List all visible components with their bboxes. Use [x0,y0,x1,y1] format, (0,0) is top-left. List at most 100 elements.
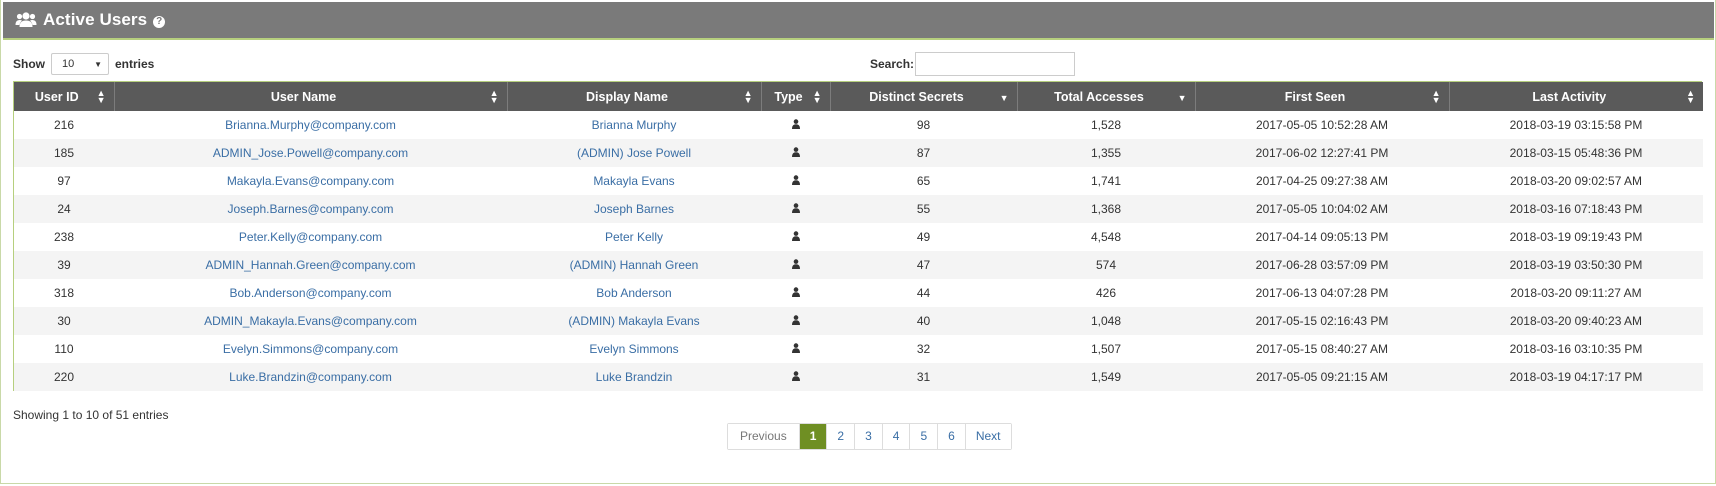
display-name-link[interactable]: Luke Brandzin [596,370,673,384]
page-button-6[interactable]: 6 [938,424,966,449]
user-name-link[interactable]: ADMIN_Hannah.Green@company.com [205,258,415,272]
page-button-2[interactable]: 2 [827,424,856,449]
cell-user-id: 97 [57,174,71,188]
column-label: Last Activity [1532,89,1607,104]
cell-last-activity: 2018-03-19 03:15:58 PM [1509,118,1643,132]
user-name-link[interactable]: ADMIN_Jose.Powell@company.com [213,146,408,160]
table-row[interactable]: 110 Evelyn.Simmons@company.com Evelyn Simm… [14,335,1703,363]
column-header-total-accesses[interactable]: Total Accesses ▼ [1017,82,1196,111]
cell-user-id: 39 [57,258,71,272]
user-name-link[interactable]: Joseph.Barnes@company.com [227,202,393,216]
table-row[interactable]: 39 ADMIN_Hannah.Green@company.com (ADMIN) … [14,251,1703,279]
cell-user-name: ADMIN_Hannah.Green@company.com [114,251,507,279]
cell-distinct-secrets: 87 [916,146,931,160]
cell-last-activity: 2018-03-20 09:40:23 AM [1509,314,1643,328]
table-row[interactable]: 318 Bob.Anderson@company.com Bob Anderson 4… [14,279,1703,307]
page-button-3[interactable]: 3 [855,424,883,449]
user-name-link[interactable]: Bob.Anderson@company.com [229,286,391,300]
cell-type [761,251,830,279]
display-name-link[interactable]: Joseph Barnes [594,202,674,216]
table-row[interactable]: 185 ADMIN_Jose.Powell@company.com (ADMIN) … [14,139,1703,167]
user-icon [791,202,801,216]
user-icon [791,146,801,160]
sort-icon: ▲ ▼ [1431,87,1441,105]
user-icon [791,370,801,384]
cell-display-name: (ADMIN) Jose Powell [507,139,761,167]
cell-user-id: 216 [53,118,75,132]
search-input[interactable] [915,52,1076,76]
cell-distinct-secrets: 47 [916,258,931,272]
table-row[interactable]: 238 Peter.Kelly@company.com Peter Kelly 49 4… [14,223,1703,251]
display-name-link[interactable]: Makayla Evans [593,174,674,188]
users-table-container: User ID ▲ ▼ User Name ▲ ▼ Display Name ▲ ▼ … [13,81,1703,391]
column-label: Display Name [586,89,668,104]
page-button-4[interactable]: 4 [882,424,911,449]
cell-last-activity: 2018-03-19 04:17:17 PM [1509,370,1643,384]
column-header-user-name[interactable]: User Name ▲ ▼ [114,82,508,111]
column-header-last-activity[interactable]: Last Activity ▲ ▼ [1449,82,1703,111]
column-header-display-name[interactable]: Display Name ▲ ▼ [507,82,762,111]
cell-user-name: Peter.Kelly@company.com [114,223,507,251]
sort-icon: ▲ ▼ [1686,87,1695,105]
cell-user-id: 110 [54,342,74,356]
display-name-link[interactable]: Peter Kelly [605,230,663,244]
user-name-link[interactable]: Peter.Kelly@company.com [239,230,382,244]
column-header-type[interactable]: Type ▲ ▼ [761,82,831,111]
users-icon [15,10,37,30]
cell-last-activity: 2018-03-16 07:18:43 PM [1509,202,1643,216]
column-label: Distinct Secrets [869,89,964,104]
sort-icon: ▲ ▼ [743,87,753,105]
cell-type [761,223,830,251]
display-name-link[interactable]: (ADMIN) Jose Powell [577,146,691,160]
table-row[interactable]: 97 Makayla.Evans@company.com Makayla Evans… [14,167,1703,195]
panel-header: Active Users ? [3,2,1714,40]
cell-display-name: (ADMIN) Hannah Green [507,251,761,279]
cell-distinct-secrets: 32 [916,342,931,356]
user-name-link[interactable]: ADMIN_Makayla.Evans@company.com [204,314,417,328]
page-button-1[interactable]: 1 [799,424,828,449]
user-name-link[interactable]: Brianna.Murphy@company.com [225,118,396,132]
display-name-link[interactable]: (ADMIN) Hannah Green [570,258,699,272]
table-header-row: User ID ▲ ▼ User Name ▲ ▼ Display Name ▲ ▼ … [14,82,1703,111]
display-name-link[interactable]: Bob Anderson [596,286,671,300]
user-icon [791,118,801,132]
cell-user-id: 238 [53,230,75,244]
column-label: First Seen [1284,89,1346,104]
table-row[interactable]: 24 Joseph.Barnes@company.com Joseph Barnes… [14,195,1703,223]
table-row[interactable]: 220 Luke.Brandzin@company.com Luke Brandzi… [14,363,1703,391]
cell-user-name: ADMIN_Jose.Powell@company.com [114,139,507,167]
user-icon [791,258,801,272]
user-name-link[interactable]: Luke.Brandzin@company.com [229,370,392,384]
page-button-5[interactable]: 5 [910,424,939,449]
help-icon[interactable]: ? [153,15,166,28]
previous-button[interactable]: Previous [728,424,800,449]
entries-length-select[interactable]: 10 ▼ [51,53,109,75]
cell-type [761,335,830,363]
column-header-distinct-secrets[interactable]: Distinct Secrets ▼ [830,82,1018,111]
cell-first-seen: 2017-05-05 10:04:02 AM [1255,202,1389,216]
user-name-link[interactable]: Makayla.Evans@company.com [227,174,394,188]
cell-user-id: 220 [53,370,75,384]
cell-display-name: (ADMIN) Makayla Evans [507,307,761,335]
display-name-link[interactable]: (ADMIN) Makayla Evans [568,314,699,328]
cell-total-accesses: 4,548 [1090,230,1122,244]
cell-display-name: Peter Kelly [507,223,761,251]
display-name-link[interactable]: Evelyn Simmons [589,342,678,356]
cell-total-accesses: 1,048 [1090,314,1122,328]
user-name-link[interactable]: Evelyn.Simmons@company.com [223,342,398,356]
next-button[interactable]: Next [965,424,1011,449]
column-header-first-seen[interactable]: First Seen ▲ ▼ [1195,82,1450,111]
cell-user-name: ADMIN_Makayla.Evans@company.com [114,307,507,335]
cell-last-activity: 2018-03-20 09:02:57 AM [1509,174,1643,188]
cell-first-seen: 2017-05-15 02:16:43 PM [1255,314,1389,328]
cell-total-accesses: 426 [1095,286,1117,300]
sort-icon: ▲ ▼ [812,87,822,105]
cell-type [761,195,830,223]
column-header-user-id[interactable]: User ID ▲ ▼ [14,82,115,111]
display-name-link[interactable]: Brianna Murphy [592,118,677,132]
table-row[interactable]: 30 ADMIN_Makayla.Evans@company.com (ADMIN)… [14,307,1703,335]
table-row[interactable]: 216 Brianna.Murphy@company.com Brianna Mur… [14,111,1703,139]
cell-distinct-secrets: 49 [916,230,931,244]
entries-length-value: 10 [62,58,75,70]
cell-first-seen: 2017-06-28 03:57:09 PM [1255,258,1389,272]
